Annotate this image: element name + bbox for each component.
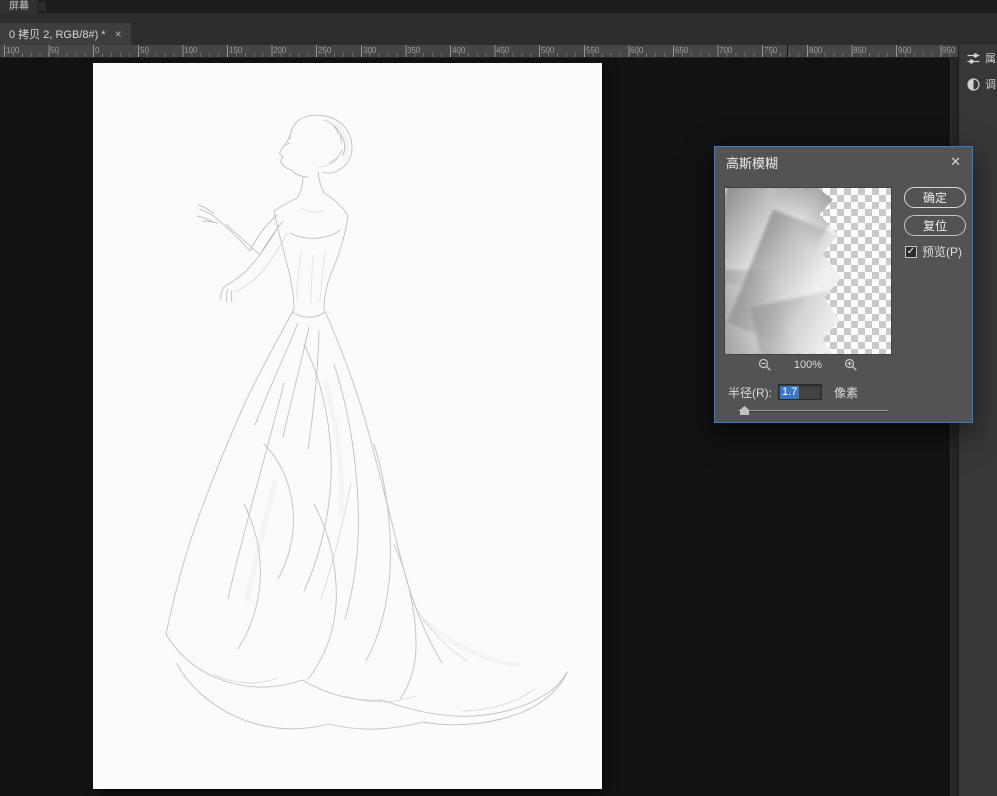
ruler-label: 550 [586,46,599,55]
properties-panel-button[interactable]: 属 [959,45,997,71]
preview-checkbox-label: 预览(P) [922,243,962,260]
zoom-in-button[interactable] [844,358,858,372]
ruler-label: 50 [50,46,59,55]
fashion-sketch [93,63,602,789]
toolbar-fragment [37,2,46,11]
adjustments-panel-button[interactable]: 调 [959,71,997,97]
preview-checkbox-row[interactable]: ✓ 预览(P) [905,243,962,260]
adjustments-panel-icon [966,77,981,92]
ruler-label: 100 [184,46,197,55]
dialog-title: 高斯模糊 [726,153,778,172]
ruler-label: 950 [942,46,955,55]
menu-bar: 屏幕 [0,0,997,13]
zoom-level-text: 100% [794,359,822,371]
ruler-label: 650 [675,46,688,55]
ok-button[interactable]: 确定 [904,187,966,208]
radius-value-selected: 1.7 [780,386,799,399]
ruler-label: 600 [630,46,643,55]
radius-slider-track[interactable] [738,410,888,412]
ruler-label: 300 [363,46,376,55]
adjustments-panel-label: 调 [985,76,996,92]
ruler-cursor-marker [787,45,788,58]
gaussian-blur-dialog: 高斯模糊 ✕ 100% [714,146,973,423]
ruler-label: 150 [229,46,242,55]
document-tab[interactable]: 0 拷贝 2, RGB/8#) * × [0,23,131,45]
ruler-label: 450 [496,46,509,55]
ruler-label: 800 [809,46,822,55]
tab-close-icon[interactable]: × [115,27,122,41]
ruler-label: 700 [719,46,732,55]
dialog-titlebar[interactable]: 高斯模糊 ✕ [715,147,972,177]
ruler-label: 100 [6,46,19,55]
ruler-label: 750 [764,46,777,55]
preview-zoom-controls: 100% [724,357,892,373]
preview-checkbox[interactable]: ✓ [905,246,917,258]
photoshop-window: 屏幕 0 拷贝 2, RGB/8#) * × 10050050100150200… [0,0,997,796]
zoom-out-icon [758,358,772,372]
properties-panel-label: 属 [985,50,996,66]
zoom-in-icon [844,358,858,372]
radius-slider-thumb[interactable] [740,406,749,415]
dialog-close-icon[interactable]: ✕ [950,154,961,170]
ruler-label: 900 [898,46,911,55]
blur-preview-image [725,188,891,354]
blur-preview-thumbnail[interactable] [724,187,892,355]
zoom-out-button[interactable] [758,358,772,372]
radius-unit-label: 像素 [834,384,858,401]
ruler-label: 850 [853,46,866,55]
document-tab-title: 0 拷贝 2, RGB/8#) * [9,26,106,42]
reset-button[interactable]: 复位 [904,215,966,236]
ruler-label: 250 [318,46,331,55]
ruler-label: 200 [273,46,286,55]
ruler-label: 500 [541,46,554,55]
ruler-label: 50 [140,46,149,55]
radius-label: 半径(R): [728,384,772,401]
ruler-label: 0 [95,46,99,55]
radius-row: 半径(R): 1.7 像素 [728,383,858,401]
ruler-label: 400 [452,46,465,55]
ruler-label: 350 [407,46,420,55]
document-tab-bar: 0 拷贝 2, RGB/8#) * × [0,13,997,45]
horizontal-ruler[interactable]: 1005005010015020025030035040045050055060… [0,45,958,58]
radius-slider[interactable] [738,404,888,417]
radius-input[interactable]: 1.7 [778,384,822,400]
screen-mode-button[interactable]: 屏幕 [0,0,38,13]
document-canvas[interactable] [93,63,602,789]
properties-panel-icon [966,51,981,66]
